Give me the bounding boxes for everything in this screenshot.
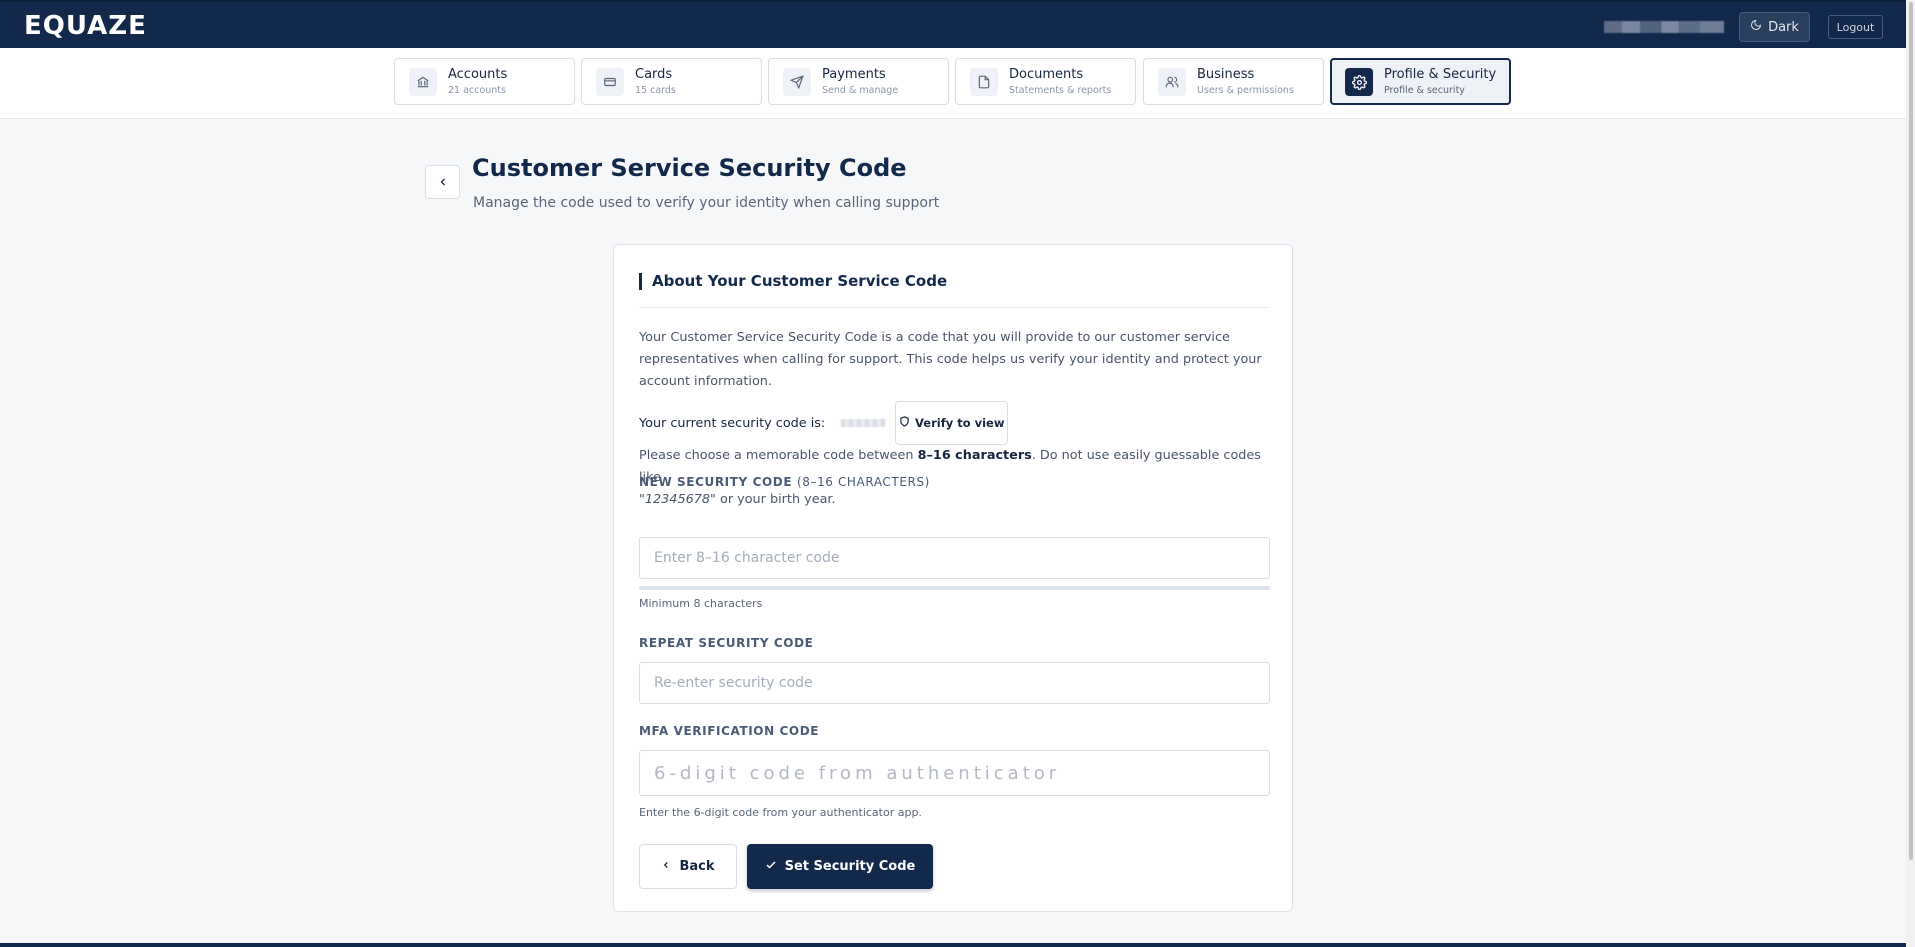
scrollbar-thumb[interactable]: [1909, 2, 1913, 860]
submit-label: Set Security Code: [784, 859, 916, 874]
tab-documents[interactable]: Documents Statements & reports: [955, 58, 1136, 105]
masked-code: [841, 419, 886, 427]
main-nav: Accounts 21 accounts Cards 15 cards Paym…: [0, 48, 1906, 119]
hint-length: 8–16 characters: [917, 448, 1032, 463]
document-icon: [970, 68, 998, 96]
users-icon: [1158, 68, 1186, 96]
current-code-label: Your current security code is:: [639, 415, 826, 431]
tab-title: Profile & Security: [1384, 67, 1497, 82]
verify-to-view-button[interactable]: Verify to view: [895, 401, 1009, 445]
hint-text: or your birth year.: [715, 492, 836, 507]
new-code-help: Minimum 8 characters: [639, 597, 763, 610]
new-code-label-suffix: (8–16 CHARACTERS): [796, 475, 930, 489]
brand-logo[interactable]: EQUAZE: [24, 11, 147, 41]
back-button[interactable]: Back: [639, 844, 737, 889]
dark-mode-toggle[interactable]: Dark: [1739, 12, 1810, 42]
card-title: About Your Customer Service Code: [639, 273, 947, 290]
new-code-label: NEW SECURITY CODE (8–16 CHARACTERS): [639, 475, 930, 489]
intro-text: Your Customer Service Security Code is a…: [639, 330, 1262, 389]
tab-title: Documents: [1009, 67, 1084, 82]
tab-payments[interactable]: Payments Send & manage: [768, 58, 949, 105]
tab-subtitle: Profile & security: [1384, 85, 1465, 96]
tab-accounts[interactable]: Accounts 21 accounts: [394, 58, 575, 105]
divider: [639, 307, 1269, 308]
tab-subtitle: Send & manage: [822, 85, 899, 96]
tab-subtitle: 21 accounts: [448, 85, 506, 96]
hint-example: "12345678": [639, 492, 716, 507]
tab-subtitle: Statements & reports: [1009, 85, 1112, 96]
footer-edge: [0, 943, 1906, 947]
verify-label: Verify to view: [915, 416, 1005, 430]
check-icon: [765, 859, 777, 875]
security-code-card: About Your Customer Service Code Your Cu…: [613, 244, 1293, 912]
set-security-code-button[interactable]: Set Security Code: [747, 844, 933, 889]
tab-title: Payments: [822, 67, 886, 82]
tab-subtitle: Users & permissions: [1197, 85, 1294, 96]
tab-title: Cards: [635, 67, 673, 82]
dark-mode-label: Dark: [1768, 19, 1799, 35]
tab-profile-security[interactable]: Profile & Security Profile & security: [1330, 58, 1511, 105]
mfa-code-label: MFA VERIFICATION CODE: [639, 724, 820, 738]
hint-text: Please choose a memorable code between: [639, 448, 918, 463]
tab-title: Accounts: [448, 67, 508, 82]
back-label: Back: [679, 859, 715, 874]
new-security-code-input[interactable]: [639, 537, 1270, 579]
chevron-left-icon: [437, 173, 449, 192]
mfa-help: Enter the 6-digit code from your authent…: [639, 806, 922, 819]
logout-button[interactable]: Logout: [1828, 15, 1883, 39]
moon-icon: [1750, 19, 1762, 35]
card-icon: [596, 68, 624, 96]
gear-icon: [1345, 68, 1373, 96]
top-header: EQUAZE Dark Logout: [0, 0, 1906, 48]
back-arrow-button[interactable]: [425, 165, 460, 199]
bank-icon: [409, 68, 437, 96]
tab-subtitle: 15 cards: [635, 85, 676, 96]
page-subtitle: Manage the code used to verify your iden…: [473, 195, 940, 211]
strength-meter: [639, 586, 1270, 590]
chevron-left-icon: [661, 859, 671, 874]
page-title: Customer Service Security Code: [472, 154, 907, 182]
mfa-code-input[interactable]: [639, 750, 1270, 796]
repeat-code-label: REPEAT SECURITY CODE: [639, 636, 814, 650]
shield-icon: [899, 416, 910, 430]
tab-business[interactable]: Business Users & permissions: [1143, 58, 1324, 105]
tab-title: Business: [1197, 67, 1255, 82]
send-icon: [783, 68, 811, 96]
tab-cards[interactable]: Cards 15 cards: [581, 58, 762, 105]
current-code-row: Your current security code is: Verify to…: [639, 401, 1009, 445]
user-name-redacted: [1604, 21, 1724, 33]
repeat-security-code-input[interactable]: [639, 662, 1270, 704]
new-code-label-text: NEW SECURITY CODE: [639, 475, 793, 489]
